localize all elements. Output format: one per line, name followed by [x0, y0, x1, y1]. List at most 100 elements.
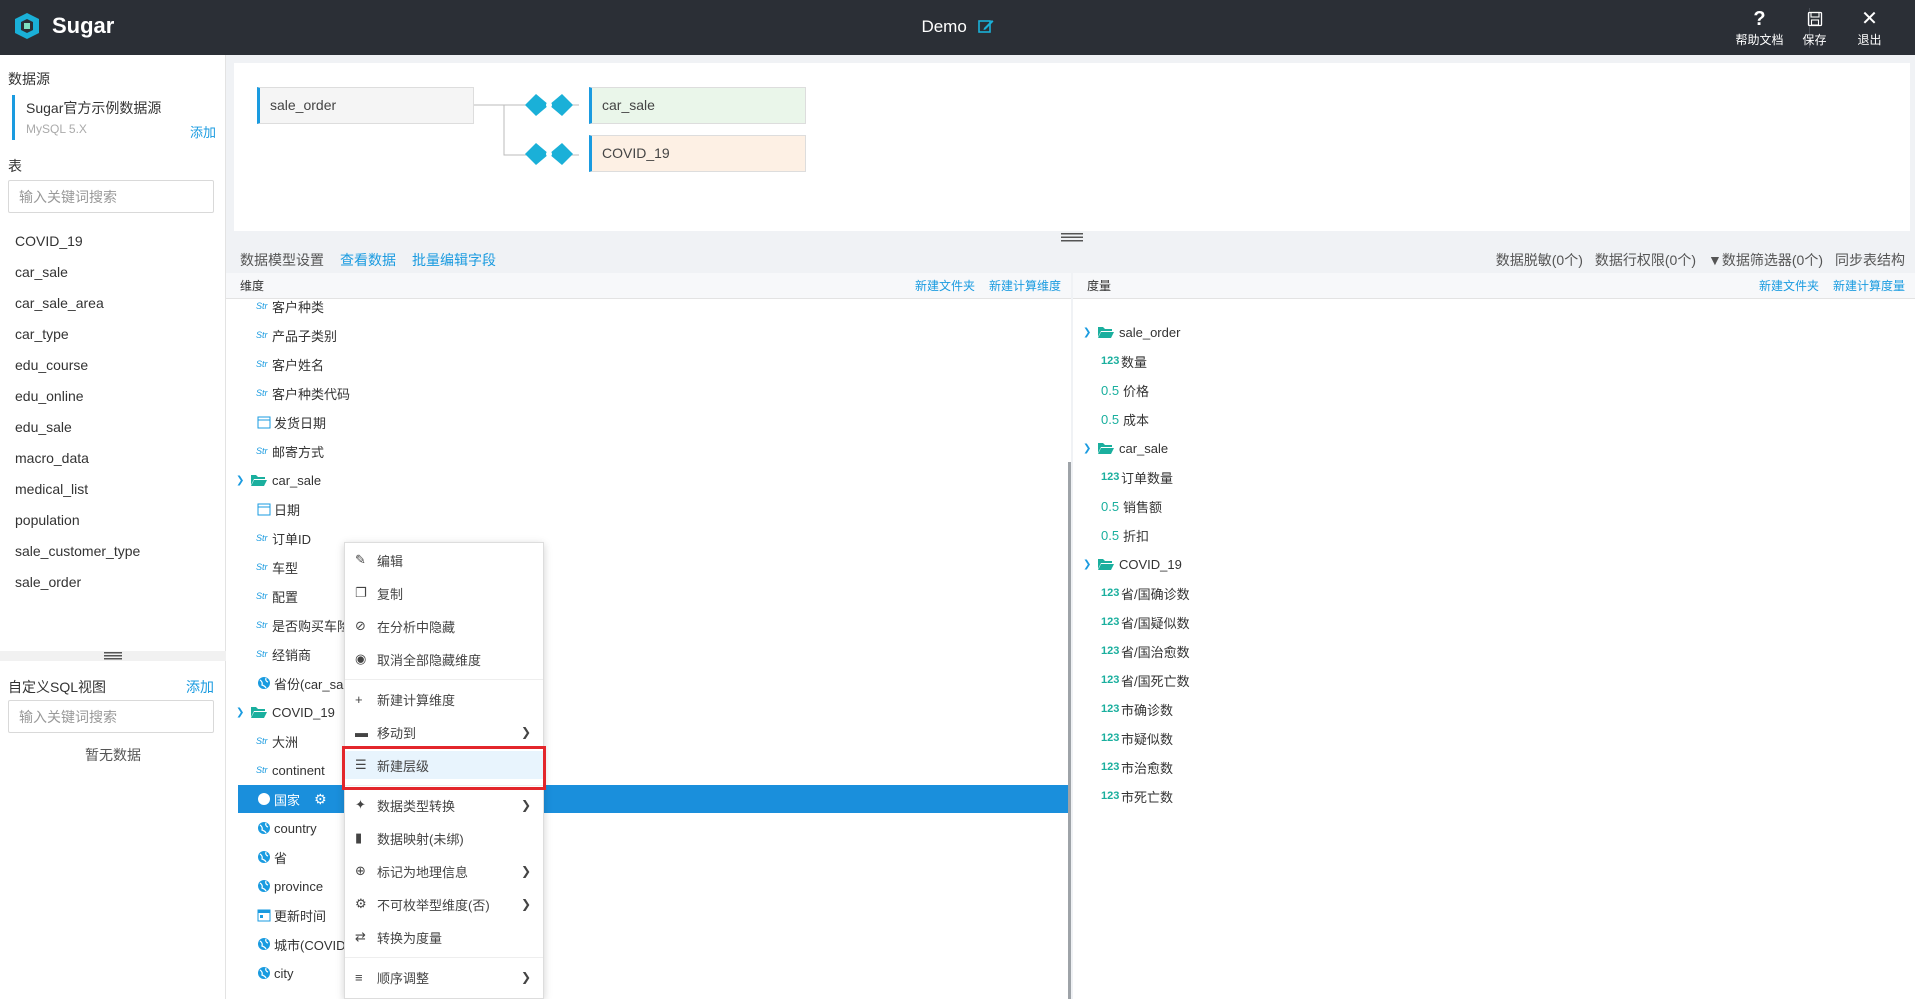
- table-item[interactable]: sale_customer_type: [15, 536, 140, 567]
- dimension-field[interactable]: Str 车型: [256, 553, 298, 581]
- dimension-field[interactable]: Str 经销商: [256, 640, 311, 668]
- dimension-field[interactable]: Str 邮寄方式: [256, 437, 324, 465]
- node-covid-19[interactable]: COVID_19: [589, 135, 806, 172]
- context-menu-item[interactable]: ⚙ 不可枚举型维度(否) ❯: [345, 890, 543, 918]
- sync-structure-link[interactable]: 同步表结构: [1835, 250, 1905, 270]
- edit-title-icon[interactable]: [977, 18, 994, 34]
- dimension-field[interactable]: 日期: [256, 495, 300, 523]
- context-menu-item[interactable]: ⊕ 标记为地理信息 ❯: [345, 857, 543, 885]
- batch-edit-link[interactable]: 批量编辑字段: [412, 250, 496, 270]
- dimension-folder[interactable]: ❯ car_sale: [236, 466, 321, 494]
- dimension-field[interactable]: Str 客户种类: [256, 292, 324, 320]
- measure-field[interactable]: 0.5 销售额: [1101, 492, 1162, 520]
- node-sale-order[interactable]: sale_order: [257, 87, 474, 124]
- measure-field[interactable]: 0.5 成本: [1101, 405, 1149, 433]
- view-data-link[interactable]: 查看数据: [340, 250, 396, 270]
- add-datasource-link[interactable]: 添加: [190, 122, 216, 141]
- dimension-field[interactable]: Str 产品子类别: [256, 321, 337, 349]
- context-menu-item[interactable]: ▮ 数据映射(未绑): [345, 824, 543, 852]
- dimension-field[interactable]: Str continent: [256, 756, 325, 784]
- measure-field[interactable]: 123 订单数量: [1101, 463, 1173, 491]
- new-calc-dimension-link[interactable]: 新建计算维度: [989, 273, 1061, 299]
- dimension-field[interactable]: province: [256, 872, 323, 900]
- dimension-field[interactable]: Str 订单ID: [256, 524, 311, 552]
- dimension-field[interactable]: 更新时间: [256, 901, 326, 929]
- dimension-folder[interactable]: ❯ COVID_19: [236, 698, 335, 726]
- measure-field[interactable]: 123 省/国疑似数: [1101, 608, 1190, 636]
- table-item[interactable]: car_sale_area: [15, 288, 140, 319]
- measure-field[interactable]: 123 市死亡数: [1101, 782, 1173, 810]
- sql-search-input[interactable]: 输入关键词搜索: [8, 700, 214, 733]
- datasource-item[interactable]: Sugar官方示例数据源 MySQL 5.X: [12, 95, 217, 140]
- table-search-input[interactable]: 输入关键词搜索: [8, 180, 214, 213]
- dimension-field[interactable]: 发货日期: [256, 408, 326, 436]
- sidebar-splitter[interactable]: [0, 651, 226, 661]
- table-item[interactable]: car_type: [15, 319, 140, 350]
- diagram-splitter[interactable]: [1058, 231, 1086, 243]
- data-filter-link[interactable]: ▼数据筛选器(0个): [1708, 250, 1823, 270]
- context-menu-item[interactable]: ✎ 编辑: [345, 546, 543, 574]
- table-item[interactable]: car_sale: [15, 257, 140, 288]
- string-type-icon: Str: [256, 591, 268, 601]
- table-item[interactable]: population: [15, 505, 140, 536]
- integer-type-icon: 123: [1101, 471, 1120, 483]
- chevron-down-icon[interactable]: ❯: [1083, 327, 1097, 338]
- measure-field[interactable]: 123 数量: [1101, 347, 1147, 375]
- table-item[interactable]: edu_sale: [15, 412, 140, 443]
- measure-folder[interactable]: ❯ COVID_19: [1083, 550, 1182, 578]
- context-menu-item[interactable]: ≡ 顺序调整 ❯: [345, 963, 543, 991]
- dimension-scrollbar[interactable]: [1068, 462, 1071, 999]
- table-item[interactable]: sale_order: [15, 567, 140, 598]
- dimension-field[interactable]: Str 客户姓名: [256, 350, 324, 378]
- dimension-field[interactable]: country: [256, 814, 317, 842]
- dimension-field[interactable]: Str 是否购买车险: [256, 611, 350, 639]
- chevron-down-icon[interactable]: ❯: [236, 475, 250, 486]
- row-permission-link[interactable]: 数据行权限(0个): [1595, 250, 1696, 270]
- dimension-field[interactable]: Str 配置: [256, 582, 298, 610]
- context-menu-item[interactable]: + 新建计算维度: [345, 685, 543, 713]
- measure-field[interactable]: 123 省/国确诊数: [1101, 579, 1190, 607]
- dimension-field[interactable]: Str 客户种类代码: [256, 379, 350, 407]
- add-sql-view-link[interactable]: 添加: [186, 677, 214, 697]
- measure-field[interactable]: 123 市确诊数: [1101, 695, 1173, 723]
- measure-folder[interactable]: ❯ car_sale: [1083, 434, 1168, 462]
- measure-field[interactable]: 0.5 折扣: [1101, 521, 1149, 549]
- context-menu-item[interactable]: ⊘ 在分析中隐藏: [345, 612, 543, 640]
- datetime-icon: [257, 909, 271, 922]
- context-menu-item[interactable]: ◉ 取消全部隐藏维度: [345, 645, 543, 673]
- measure-folder[interactable]: ❯ sale_order: [1083, 318, 1180, 346]
- field-settings-gear-icon[interactable]: ⚙: [314, 791, 327, 808]
- measure-field[interactable]: 0.5 价格: [1101, 376, 1149, 404]
- context-menu-item[interactable]: ▬ 移动到 ❯: [345, 718, 543, 746]
- table-item[interactable]: edu_course: [15, 350, 140, 381]
- chevron-down-icon[interactable]: ❯: [1083, 443, 1097, 454]
- measure-field[interactable]: 123 市疑似数: [1101, 724, 1173, 752]
- new-measure-folder-link[interactable]: 新建文件夹: [1759, 273, 1819, 299]
- save-button[interactable]: 保存: [1787, 8, 1842, 47]
- dimension-field[interactable]: Str 大洲: [256, 727, 298, 755]
- new-dimension-folder-link[interactable]: 新建文件夹: [915, 273, 975, 299]
- chevron-down-icon[interactable]: ❯: [1083, 559, 1097, 570]
- dimension-field[interactable]: 省: [256, 843, 287, 871]
- table-item[interactable]: edu_online: [15, 381, 140, 412]
- context-menu-item[interactable]: ❐ 复制: [345, 579, 543, 607]
- join-icon-covid[interactable]: [523, 141, 575, 167]
- new-calc-measure-link[interactable]: 新建计算度量: [1833, 273, 1905, 299]
- node-car-sale[interactable]: car_sale: [589, 87, 806, 124]
- table-item[interactable]: COVID_19: [15, 226, 140, 257]
- chevron-right-icon: ❯: [520, 897, 531, 911]
- exit-button[interactable]: ✕ 退出: [1842, 8, 1897, 47]
- measure-field[interactable]: 123 省/国死亡数: [1101, 666, 1190, 694]
- dimension-field[interactable]: city: [256, 959, 294, 987]
- data-mask-link[interactable]: 数据脱敏(0个): [1496, 250, 1583, 270]
- help-button[interactable]: ? 帮助文档: [1732, 8, 1787, 47]
- measure-field[interactable]: 123 省/国治愈数: [1101, 637, 1190, 665]
- table-item[interactable]: macro_data: [15, 443, 140, 474]
- join-icon-car-sale[interactable]: [523, 92, 575, 118]
- dimension-field[interactable]: 省份(car_sale): [256, 669, 358, 697]
- context-menu-item[interactable]: ⇄ 转换为度量: [345, 923, 543, 951]
- chevron-down-icon[interactable]: ❯: [236, 707, 250, 718]
- measure-field[interactable]: 123 市治愈数: [1101, 753, 1173, 781]
- context-menu-item[interactable]: ✦ 数据类型转换 ❯: [345, 791, 543, 819]
- table-item[interactable]: medical_list: [15, 474, 140, 505]
